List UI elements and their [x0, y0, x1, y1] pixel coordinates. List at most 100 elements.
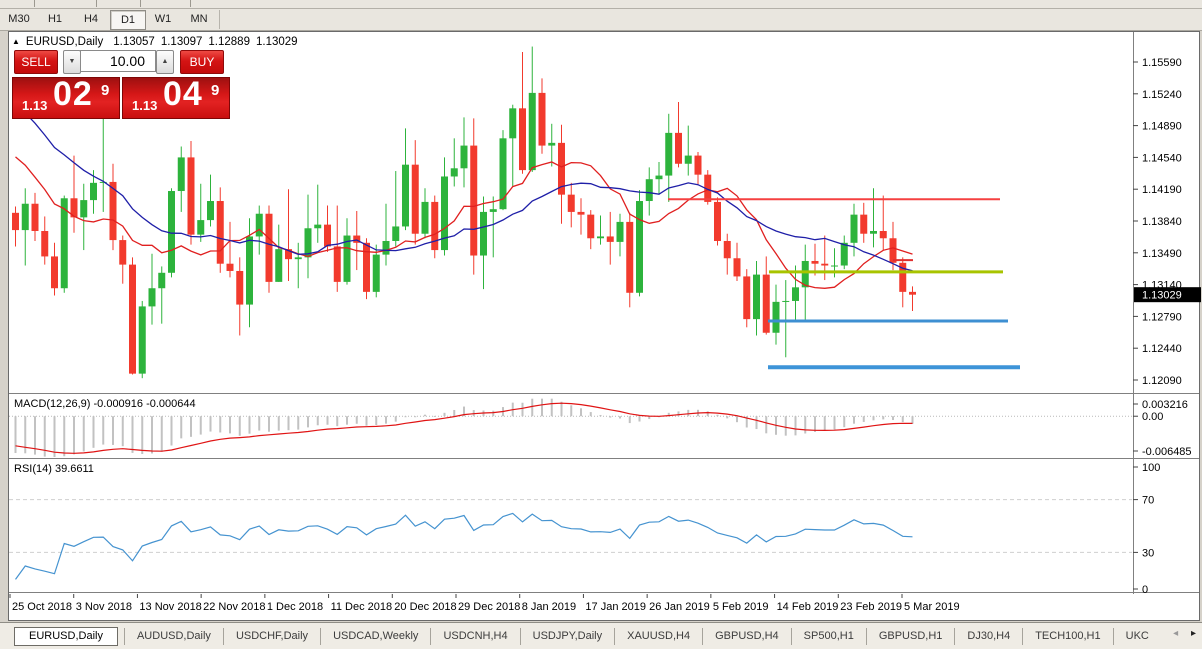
ask-price-tile[interactable]: 1.13 04 9	[122, 75, 230, 119]
candle-body	[90, 182, 97, 201]
candle-body	[80, 200, 88, 218]
candle-body	[207, 201, 214, 221]
candle-body	[489, 209, 497, 212]
chart-symbol-label: EURUSD,Daily	[25, 36, 104, 48]
candle-body	[480, 211, 487, 256]
candle-body	[538, 92, 546, 146]
candle-body	[197, 220, 205, 235]
candle-body	[519, 108, 526, 171]
quote-close: 1.13029	[255, 36, 298, 48]
tab-usdjpy-daily[interactable]: USDJPY,Daily	[519, 628, 615, 645]
candle-body	[177, 157, 185, 192]
candle-body	[148, 288, 156, 307]
date-tick-label: 25 Oct 2018	[12, 601, 72, 613]
quote-open: 1.13057	[113, 36, 155, 48]
candle-body	[60, 198, 68, 289]
candle-body	[831, 265, 838, 267]
candle-body	[723, 240, 731, 259]
candle-body	[138, 306, 146, 374]
timeframe-d1-button[interactable]: D1	[110, 10, 146, 30]
tab-xauusd-h4[interactable]: XAUUSD,H4	[614, 628, 702, 645]
date-tick-label: 29 Dec 2018	[458, 601, 520, 613]
trade-controls-row: SELL ▼ ▲ BUY	[12, 50, 238, 74]
candle-body	[333, 246, 341, 282]
tab-eurusd-daily[interactable]: EURUSD,Daily	[14, 627, 118, 646]
macd-tick-label: 0.00	[1142, 411, 1163, 423]
candle-body	[548, 142, 556, 146]
tab-audusd-daily[interactable]: AUDUSD,Daily	[123, 628, 223, 645]
macd-tick-label: 0.003216	[1142, 399, 1188, 411]
tab-usdcnh-h4[interactable]: USDCNH,H4	[430, 628, 519, 645]
candle-body	[753, 274, 760, 320]
sell-button[interactable]: SELL	[14, 50, 58, 74]
bid-price-tile[interactable]: 1.13 02 9	[12, 75, 120, 119]
price-tick-label: 1.13840	[1142, 216, 1182, 228]
candle-body	[431, 201, 439, 251]
ask-price-prefix: 1.13	[132, 98, 158, 113]
toolbar-separator	[190, 0, 191, 7]
candle-body	[460, 145, 468, 169]
candle-body	[577, 211, 585, 215]
candle-body	[665, 132, 673, 176]
candle-body	[41, 230, 49, 257]
candle-body	[645, 179, 653, 202]
scroll-tabs-left-icon[interactable]: ◂	[1173, 628, 1178, 639]
candle-body	[236, 270, 244, 305]
candle-body	[265, 213, 273, 282]
volume-increase-button[interactable]: ▲	[156, 50, 174, 74]
buy-button[interactable]: BUY	[180, 50, 224, 74]
candle-body	[792, 287, 799, 301]
candle-body	[275, 249, 283, 282]
price-chart-canvas[interactable]: 1.155901.152401.148901.145401.141901.138…	[8, 31, 1202, 621]
tab-ukc-truncated[interactable]: UKC	[1112, 628, 1152, 645]
candle-body	[811, 260, 819, 264]
tab-sp500-h1[interactable]: SP500,H1	[790, 628, 866, 645]
toolbar-separator	[34, 0, 35, 7]
candle-body	[850, 214, 858, 243]
candle-body	[119, 240, 127, 265]
price-tick-label: 1.15590	[1142, 57, 1182, 69]
candle-body	[168, 191, 175, 273]
candle-body	[255, 213, 263, 237]
candle-body	[606, 236, 614, 242]
timeframe-h1-button[interactable]: H1	[38, 10, 72, 28]
timeframe-m30-button[interactable]: M30	[2, 10, 36, 28]
tab-tech100-h1[interactable]: TECH100,H1	[1022, 628, 1112, 645]
tab-gbpusd-h1[interactable]: GBPUSD,H1	[865, 628, 955, 645]
candle-body	[226, 263, 234, 271]
date-tick-label: 3 Nov 2018	[76, 601, 132, 613]
tab-gbpusd-h4[interactable]: GBPUSD,H4	[702, 628, 791, 645]
tab-usdcad-weekly[interactable]: USDCAD,Weekly	[320, 628, 430, 645]
candle-body	[129, 264, 136, 374]
date-tick-label: 14 Feb 2019	[777, 601, 839, 613]
rsi-tick-label: 0	[1142, 584, 1148, 596]
tab-dj30-h4[interactable]: DJ30,H4	[954, 628, 1022, 645]
bid-price-pip: 9	[101, 82, 110, 99]
ask-price-big-digits: 04	[163, 75, 203, 113]
tab-usdchf-daily[interactable]: USDCHF,Daily	[222, 628, 320, 645]
candle-body	[694, 155, 702, 175]
date-tick-label: 5 Feb 2019	[713, 601, 769, 613]
volume-input[interactable]	[80, 50, 156, 72]
collapse-arrow-icon[interactable]: ▲	[12, 37, 20, 46]
candle-body	[12, 212, 19, 231]
bid-price-prefix: 1.13	[22, 98, 48, 113]
date-tick-label: 22 Nov 2018	[203, 601, 265, 613]
timeframe-mn-button[interactable]: MN	[182, 10, 216, 28]
volume-decrease-button[interactable]: ▼	[63, 50, 81, 74]
timeframe-toolbar: M30 H1 H4 D1 W1 MN	[0, 9, 1202, 31]
candle-body	[567, 194, 575, 212]
toolbar-separator	[140, 0, 141, 7]
timeframe-w1-button[interactable]: W1	[146, 10, 180, 28]
candle-body	[470, 145, 478, 256]
candle-body	[636, 201, 643, 293]
scroll-tabs-right-icon[interactable]: ▸	[1191, 628, 1196, 639]
toolbar-separator	[219, 10, 220, 29]
candle-body	[733, 258, 741, 277]
candle-body	[51, 256, 58, 289]
date-tick-label: 13 Nov 2018	[139, 601, 201, 613]
price-tick-label: 1.12790	[1142, 311, 1182, 323]
rsi-title: RSI(14) 39.6611	[14, 463, 94, 475]
timeframe-h4-button[interactable]: H4	[74, 10, 108, 28]
candle-body	[363, 242, 370, 292]
